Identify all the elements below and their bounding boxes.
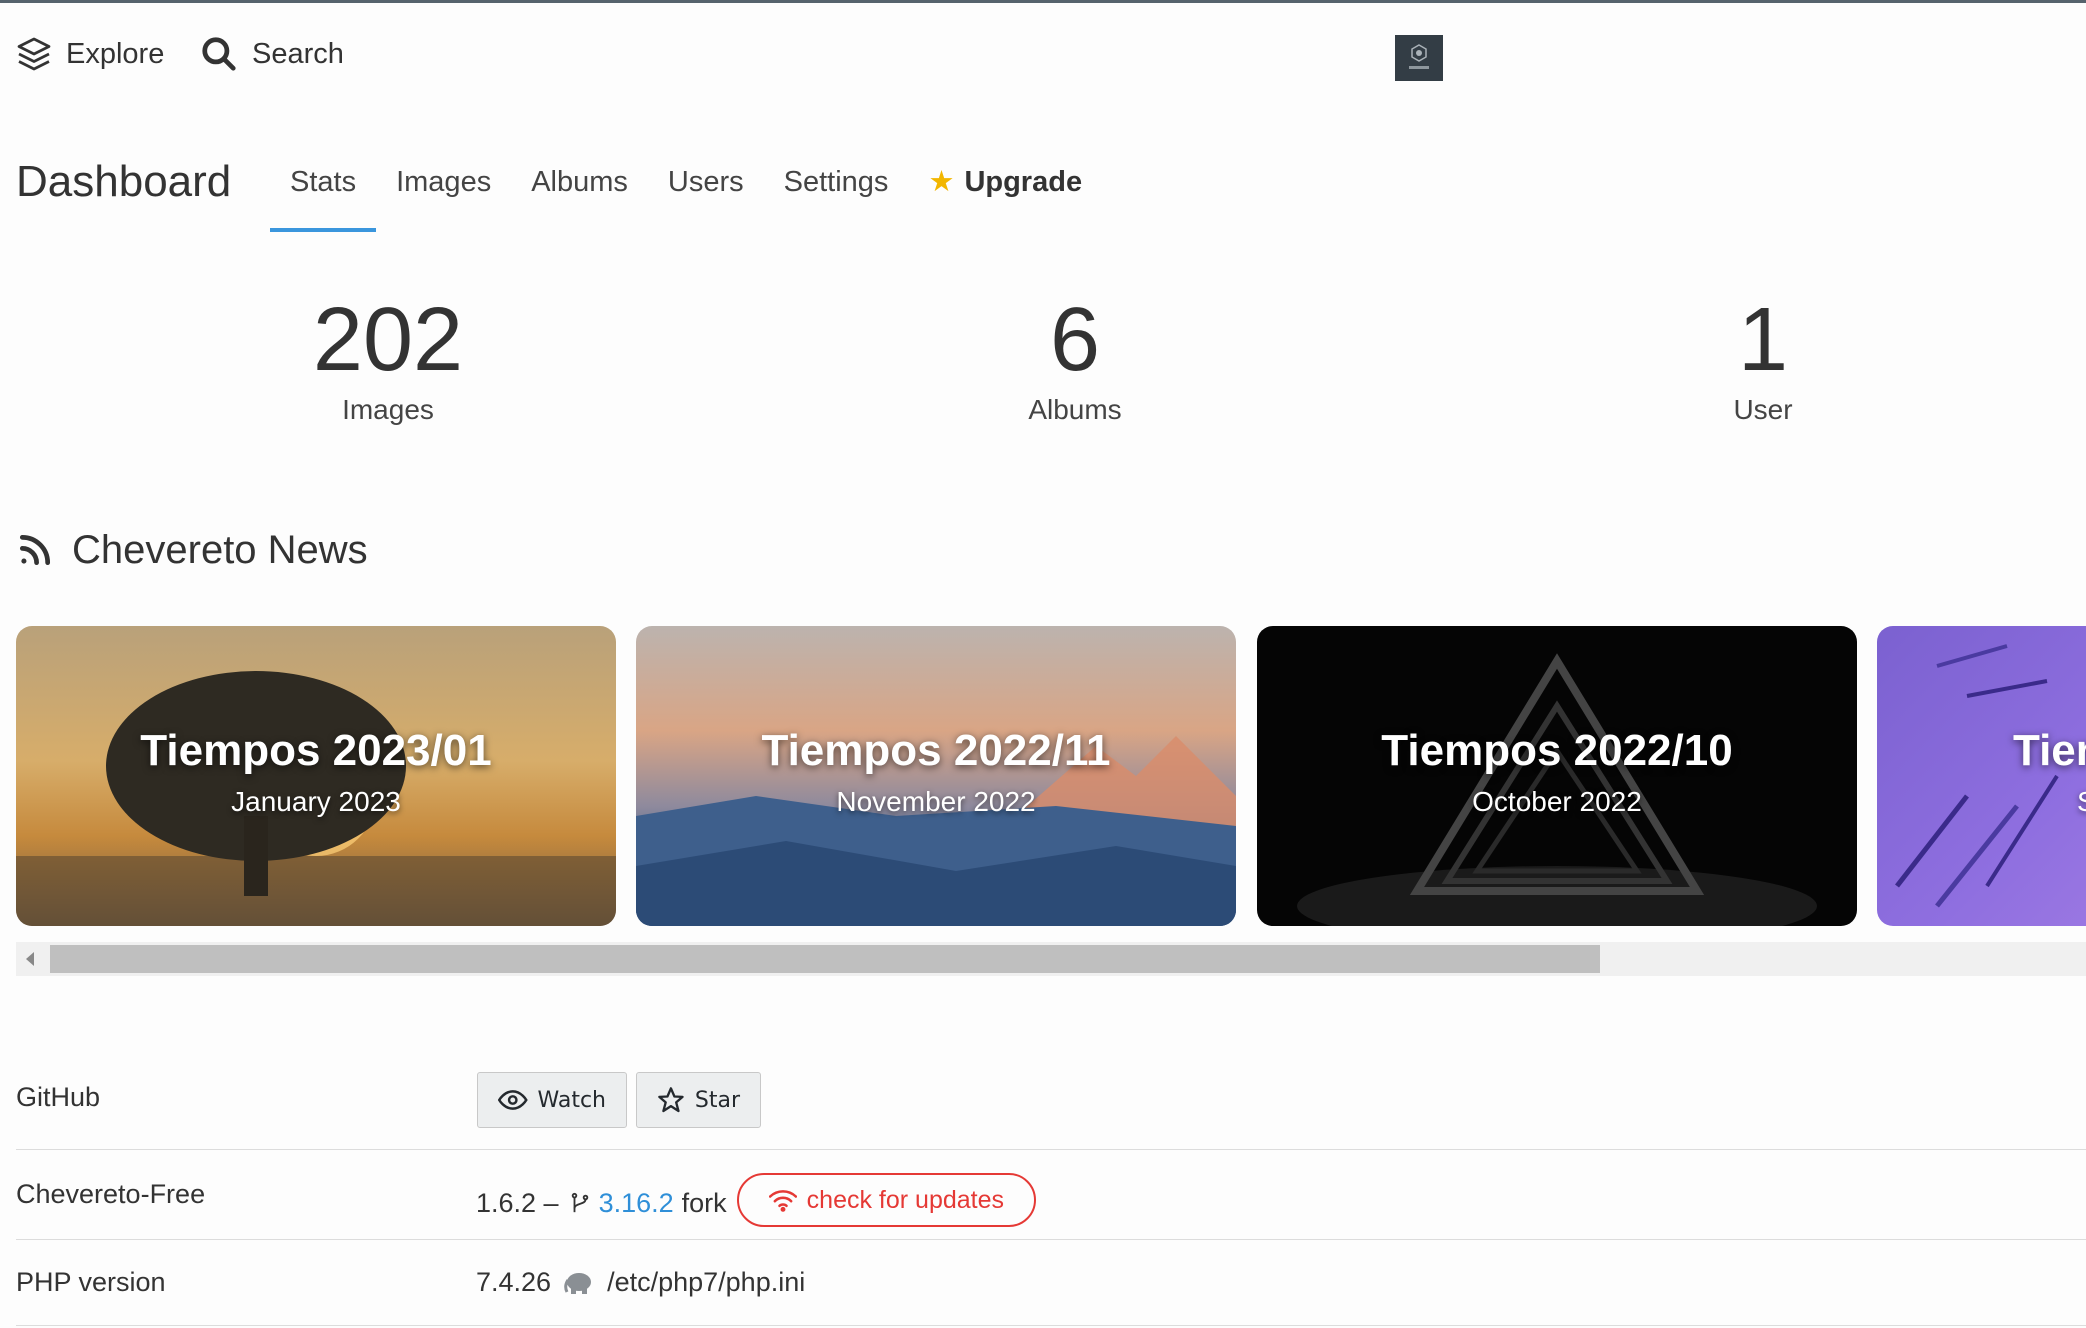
card-title: Tiem bbox=[2013, 726, 2086, 775]
card-subtitle: November 2022 bbox=[836, 786, 1036, 817]
news-heading: Chevereto News bbox=[16, 520, 368, 580]
card-image bbox=[1297, 653, 1817, 926]
search-link[interactable]: Search bbox=[200, 31, 344, 77]
star-label: Star bbox=[694, 1087, 740, 1113]
rss-icon bbox=[19, 534, 51, 566]
php-version-value: 7.4.26 /etc/php7/php.ini bbox=[476, 1267, 805, 1298]
tab-label: Images bbox=[396, 166, 492, 198]
tab-label: Users bbox=[667, 166, 744, 198]
stat-albums: 6 Albums bbox=[875, 290, 1275, 430]
card-subtitle: S bbox=[2077, 786, 2086, 818]
tab-users[interactable]: Users bbox=[648, 150, 764, 232]
card-image bbox=[16, 671, 616, 926]
chevereto-label: Chevereto-Free bbox=[16, 1179, 206, 1209]
watch-button[interactable]: Watch bbox=[477, 1072, 627, 1128]
news-card[interactable]: Tiempos 2022/10 October 2022 bbox=[1257, 626, 1857, 926]
scroll-left-icon[interactable] bbox=[26, 952, 34, 966]
php-ini-path: /etc/php7/php.ini bbox=[607, 1267, 806, 1297]
tab-images[interactable]: Images bbox=[376, 150, 511, 232]
github-label: GitHub bbox=[16, 1082, 101, 1112]
chevereto-version-value: 1.6.2 – 3.16.2 fork check for updates bbox=[476, 1173, 1037, 1227]
info-row-php: PHP version 7.4.26 /etc/php7/php.ini bbox=[16, 1239, 2086, 1326]
php-version: 7.4.26 bbox=[476, 1267, 552, 1297]
card-title: Tiempos 2023/01 bbox=[140, 726, 492, 775]
search-icon bbox=[202, 37, 236, 71]
tab-label: Settings bbox=[783, 166, 889, 198]
card-subtitle: January 2023 bbox=[231, 786, 401, 817]
star-button[interactable]: Star bbox=[636, 1072, 761, 1128]
chevereto-version: 1.6.2 – bbox=[476, 1187, 559, 1218]
tab-stats[interactable]: Stats bbox=[270, 150, 377, 232]
card-image bbox=[1895, 644, 2059, 908]
dashboard-tabs: Stats Images Albums Users Settings ★ Upgr… bbox=[270, 150, 1102, 232]
stat-users: 1 User bbox=[1563, 290, 1963, 430]
explore-label: Explore bbox=[66, 37, 165, 70]
tab-albums[interactable]: Albums bbox=[511, 150, 648, 232]
search-label: Search bbox=[252, 37, 344, 70]
scrollbar-thumb[interactable] bbox=[50, 945, 1600, 973]
news-card[interactable]: Tiem S bbox=[1877, 626, 2086, 926]
tab-settings[interactable]: Settings bbox=[764, 150, 909, 232]
stat-value: 6 bbox=[1049, 290, 1101, 390]
star-icon: ★ bbox=[928, 166, 955, 198]
tab-label: Upgrade bbox=[964, 166, 1083, 198]
stat-images: 202 Images bbox=[188, 290, 588, 430]
tab-upgrade[interactable]: ★ Upgrade bbox=[908, 150, 1102, 232]
logo-mark bbox=[1409, 66, 1429, 69]
star-outline-icon bbox=[658, 1087, 684, 1113]
site-logo[interactable] bbox=[1395, 35, 1443, 81]
stat-label: Images bbox=[342, 394, 434, 425]
stat-value: 1 bbox=[1737, 290, 1789, 390]
git-branch-icon bbox=[571, 1192, 588, 1213]
elephant-icon bbox=[564, 1272, 592, 1294]
news-title: Chevereto News bbox=[72, 527, 368, 572]
tab-label: Albums bbox=[531, 166, 628, 198]
news-carousel[interactable]: Tiempos 2023/01 January 2023 Tiempos 202… bbox=[16, 626, 2086, 926]
logo-hexagon-icon bbox=[1411, 44, 1427, 62]
check-updates-button[interactable]: check for updates bbox=[736, 1173, 1037, 1227]
watch-label: Watch bbox=[537, 1087, 607, 1113]
wifi-icon bbox=[768, 1190, 797, 1212]
card-title: Tiempos 2022/11 bbox=[761, 726, 1111, 775]
php-label: PHP version bbox=[16, 1267, 166, 1297]
tab-label: Stats bbox=[290, 166, 357, 198]
layers-icon bbox=[17, 37, 51, 71]
info-row-chevereto: Chevereto-Free 1.6.2 – 3.16.2 fork check… bbox=[16, 1149, 2086, 1240]
card-image bbox=[636, 736, 1236, 926]
page-title: Dashboard bbox=[16, 157, 232, 206]
stat-value: 202 bbox=[312, 290, 464, 390]
fork-label: fork bbox=[681, 1187, 727, 1218]
news-card[interactable]: Tiempos 2022/11 November 2022 bbox=[636, 626, 1236, 926]
explore-link[interactable]: Explore bbox=[16, 31, 164, 77]
card-title: Tiempos 2022/10 bbox=[1381, 726, 1733, 775]
fork-version-link[interactable]: 3.16.2 bbox=[599, 1188, 674, 1219]
news-scrollbar[interactable] bbox=[16, 942, 2086, 976]
news-card[interactable]: Tiempos 2023/01 January 2023 bbox=[16, 626, 616, 926]
check-updates-label: check for updates bbox=[806, 1185, 1005, 1214]
top-bar: Explore Search bbox=[0, 3, 2086, 101]
stat-label: User bbox=[1733, 394, 1793, 425]
info-row-github: GitHub Watch Star bbox=[16, 1060, 2086, 1150]
stat-label: Albums bbox=[1028, 394, 1122, 425]
eye-icon bbox=[498, 1090, 528, 1110]
card-subtitle: October 2022 bbox=[1472, 786, 1642, 817]
